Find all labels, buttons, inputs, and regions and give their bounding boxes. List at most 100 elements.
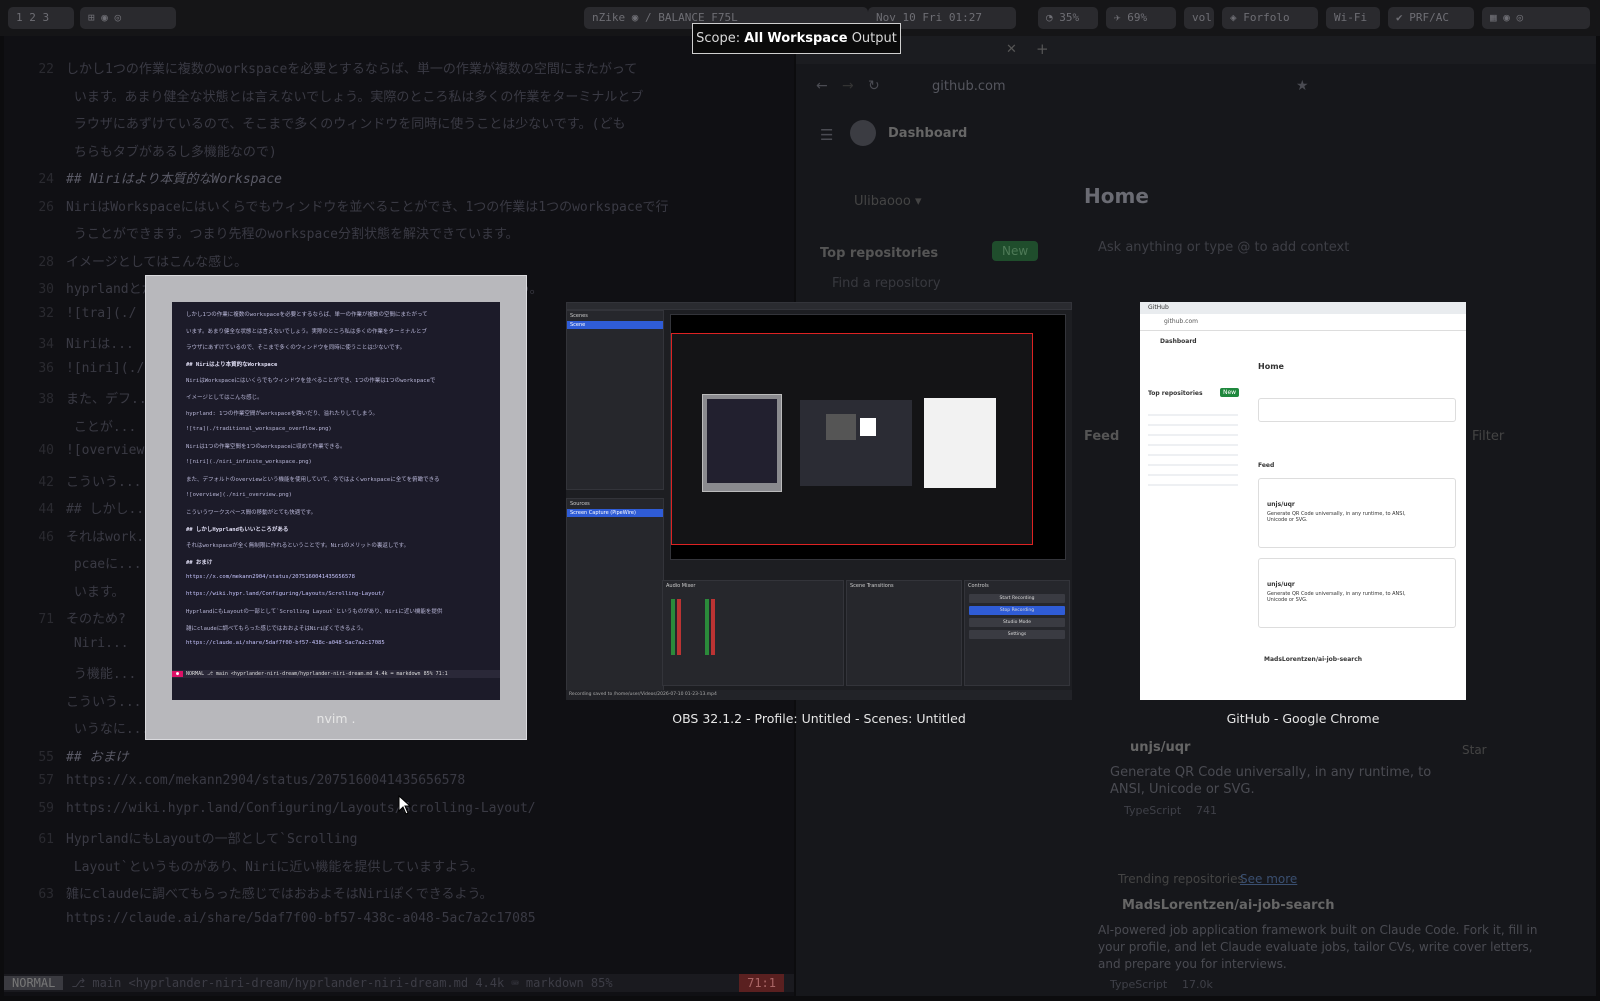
editor-line: ラウザにあずけているので、そこまで多くのウィンドウを同時に使うことは少ないです。… bbox=[66, 117, 626, 132]
editor-line: います。あまり健全な状態とは言えないでしょう。実際のところ私は多くの作業をターミ… bbox=[66, 89, 644, 105]
editor-line: 26 NiriはWorkspaceにはいくらでもウィンドウを並べることができ、1つ… bbox=[38, 199, 669, 215]
window-title-obs: OBS 32.1.2 - Profile: Untitled - Scenes:… bbox=[672, 711, 966, 726]
feed-filter-button: Filter bbox=[1472, 429, 1505, 444]
overview-scope-selector[interactable]: Scope: All Workspace Output bbox=[692, 23, 901, 54]
nvim-preview-line: ラウザにあずけているので、そこまで多くのウィンドウを同時に使うことは少ないです。 bbox=[186, 345, 406, 351]
menu-icon: ☰ bbox=[820, 126, 834, 144]
close-tab-icon: ✕ bbox=[1006, 42, 1017, 57]
reload-icon: ↻ bbox=[868, 78, 880, 94]
obs-preview-canvas bbox=[670, 314, 1066, 560]
scope-all-option[interactable]: All bbox=[744, 31, 763, 46]
dashboard-title: Dashboard bbox=[888, 126, 968, 141]
editor-line: 36 ![niri](./ bbox=[38, 360, 145, 376]
scope-workspace-option[interactable]: Workspace bbox=[767, 31, 847, 46]
home-heading: Home bbox=[1084, 184, 1149, 208]
editor-line: 57 https://x.com/mekann2904/status/207516… bbox=[38, 773, 466, 788]
editor-line: 71 そのため? bbox=[38, 612, 126, 627]
feed-repo-language: TypeScript bbox=[1124, 804, 1182, 817]
editor-line: います。 bbox=[66, 584, 125, 600]
window-title-chrome: GitHub - Google Chrome bbox=[1226, 711, 1380, 726]
obs-statusbar: Recording saved to /home/user/Videos/202… bbox=[566, 690, 1072, 700]
status-pill: Wi-Fi bbox=[1326, 7, 1380, 29]
obs-audio-mixer: Audio Mixer bbox=[662, 580, 844, 686]
trending-repo-stars: 17.0k bbox=[1182, 978, 1213, 991]
editor-line: pcaeに... bbox=[66, 557, 142, 572]
copilot-ask-input: Ask anything or type @ to add context bbox=[1098, 240, 1350, 255]
editor-line: 34 Niriは... bbox=[38, 337, 134, 352]
scope-output-option[interactable]: Output bbox=[852, 31, 897, 46]
top-repositories-heading: Top repositories bbox=[820, 246, 939, 261]
nvim-window-preview[interactable]: しかし1つの作業に複数のworkspaceを必要とするならば、単一の作業が複数の… bbox=[172, 302, 500, 700]
obs-window-preview[interactable]: Scenes Scene Sources Screen Capture (Pip… bbox=[566, 302, 1072, 700]
nvim-preview-line: ![overview](./niri_overview.png) bbox=[186, 491, 292, 498]
editor-file-info: ⎇ main <hyprlander-niri-dream/hyprlander… bbox=[71, 976, 613, 990]
editor-line: ことが... bbox=[66, 419, 137, 435]
nvim-preview-line: NiriはWorkspaceにはいくらでもウィンドウを並べることができ、1つの作… bbox=[186, 378, 436, 384]
obs-scene-transitions: Scene Transitions bbox=[846, 580, 962, 686]
mini-chrome-dashboard: Dashboard bbox=[1160, 338, 1197, 345]
nvim-preview-statusline: ● NORMAL ⎇ main <hyprlander-niri-dream/h… bbox=[172, 670, 500, 678]
nvim-preview-line: ![niri](./niri_infinite_workspace.png) bbox=[186, 458, 312, 465]
status-pill: ✔ PRF/AC bbox=[1388, 7, 1474, 29]
obs-control-button: Settings bbox=[969, 630, 1065, 639]
mini-chrome-tab: GitHub bbox=[1148, 304, 1169, 311]
trending-repo-language: TypeScript bbox=[1110, 978, 1168, 991]
browser-tabstrip: ✕ + bbox=[796, 36, 1596, 64]
bookmark-star-icon: ★ bbox=[1296, 78, 1309, 94]
editor-line: 61 HyprlandにもLayoutの一部として`Scrolling bbox=[38, 832, 358, 847]
star-button: Star bbox=[1462, 743, 1487, 757]
editor-line: 40 ![overview bbox=[38, 443, 145, 458]
trending-repo-description: AI-powered job application framework bui… bbox=[1098, 923, 1538, 971]
trending-heading: Trending repositories bbox=[1118, 872, 1244, 886]
nvim-preview-line: Niriは1つの作業空間を1つのworkspaceに収めて作業できる。 bbox=[186, 444, 346, 450]
editor-line: Niri... bbox=[66, 635, 129, 651]
new-tab-icon: + bbox=[1036, 40, 1049, 58]
status-pill: vol bbox=[1184, 7, 1214, 29]
editor-line: 59 https://wiki.hypr.land/Configuring/Lay… bbox=[38, 800, 536, 816]
scope-label: Scope: bbox=[696, 31, 741, 46]
editor-line: 55 ## おまけ bbox=[38, 749, 129, 765]
status-pill: ✈ 69% bbox=[1106, 7, 1176, 29]
back-icon: ← bbox=[816, 78, 828, 94]
nvim-preview-line: hyprland: 1つの作業空間がworkspaceを跨いだり、溢れたりしてし… bbox=[186, 411, 379, 417]
nvim-preview-line: また、デフォルトのoverviewという機能を使用していて、今ではよくworks… bbox=[186, 477, 440, 483]
editor-line: 46 それはwork... bbox=[38, 529, 160, 545]
editor-line: こういう... bbox=[66, 694, 142, 710]
nvim-preview-line: しかし1つの作業に複数のworkspaceを必要とするならば、単一の作業が複数の… bbox=[186, 312, 428, 318]
nvim-preview-line: 雑にclaudeに調べてもらった感じではおおよそはNiriぽくできるよう。 bbox=[186, 625, 367, 632]
mini-chrome-home: Home bbox=[1258, 362, 1284, 371]
nvim-preview-line: イメージとしてはこんな感じ。 bbox=[186, 394, 263, 401]
nvim-preview-line: ## Niriはより本質的なWorkspace bbox=[186, 361, 278, 368]
editor-line: 63 雑にclaudeに調べてもらった感じではおおよそはNiriぽくできるよう。 bbox=[38, 887, 493, 902]
obs-control-button: Studio Mode bbox=[969, 618, 1065, 627]
editor-line: 44 ## しかし... bbox=[38, 502, 152, 517]
nvim-preview-line: https://x.com/mekann2904/status/20751600… bbox=[186, 574, 355, 580]
editor-line: 38 また、デフ... bbox=[38, 392, 155, 407]
mini-chrome-feed: Feed bbox=[1258, 462, 1275, 469]
feed-heading: Feed bbox=[1084, 429, 1120, 444]
editor-statusline: NORMAL ⎇ main <hyprlander-niri-dream/hypr… bbox=[4, 974, 794, 992]
obs-scenes-dock: Scenes Scene bbox=[566, 310, 664, 490]
mini-chrome-trending: MadsLorentzen/ai-job-search bbox=[1264, 656, 1363, 663]
vim-mode-indicator: NORMAL bbox=[4, 976, 64, 990]
cursor-position: 71:1 bbox=[739, 974, 784, 992]
nvim-preview-line: います。あまり健全な状態とは言えないでしょう。実際のところ私は多くの作業をターミ… bbox=[186, 328, 427, 335]
nvim-preview-line: こういうワークスペース間の移動がとても快適です。 bbox=[186, 510, 317, 516]
status-pill: 1 2 3 bbox=[8, 7, 74, 29]
editor-line: 28 イメージとしてはこんな感じ。 bbox=[38, 254, 248, 270]
nvim-preview-line: https://wiki.hypr.land/Configuring/Layou… bbox=[186, 590, 385, 597]
new-repo-button: New bbox=[992, 241, 1039, 261]
nvim-preview-line: ![tra](./traditional_workspace_overflow.… bbox=[186, 425, 332, 432]
editor-line: https://claude.ai/share/5daf7f00-bf57-43… bbox=[66, 910, 536, 926]
status-pill: ◈ Forfolo bbox=[1222, 7, 1318, 29]
obs-menubar bbox=[566, 302, 1072, 310]
obs-control-button: Start Recording bbox=[969, 594, 1065, 603]
chrome-window-preview[interactable]: GitHub github.com Dashboard Top reposito… bbox=[1140, 302, 1466, 700]
account-switcher: Ulibaooo ▾ bbox=[854, 194, 922, 209]
editor-line: 32 ![tra](./ bbox=[38, 305, 137, 321]
nvim-preview-line: それはworkspaceが全く無制限に作れるということです。Niriのメリットの… bbox=[186, 543, 410, 549]
obs-sources-dock: Sources Screen Capture (PipeWire) bbox=[566, 498, 664, 694]
forward-icon: → bbox=[842, 78, 854, 94]
see-more-link: See more bbox=[1240, 872, 1298, 886]
feed-repo-description: Generate QR Code universally, in any run… bbox=[1110, 765, 1432, 797]
